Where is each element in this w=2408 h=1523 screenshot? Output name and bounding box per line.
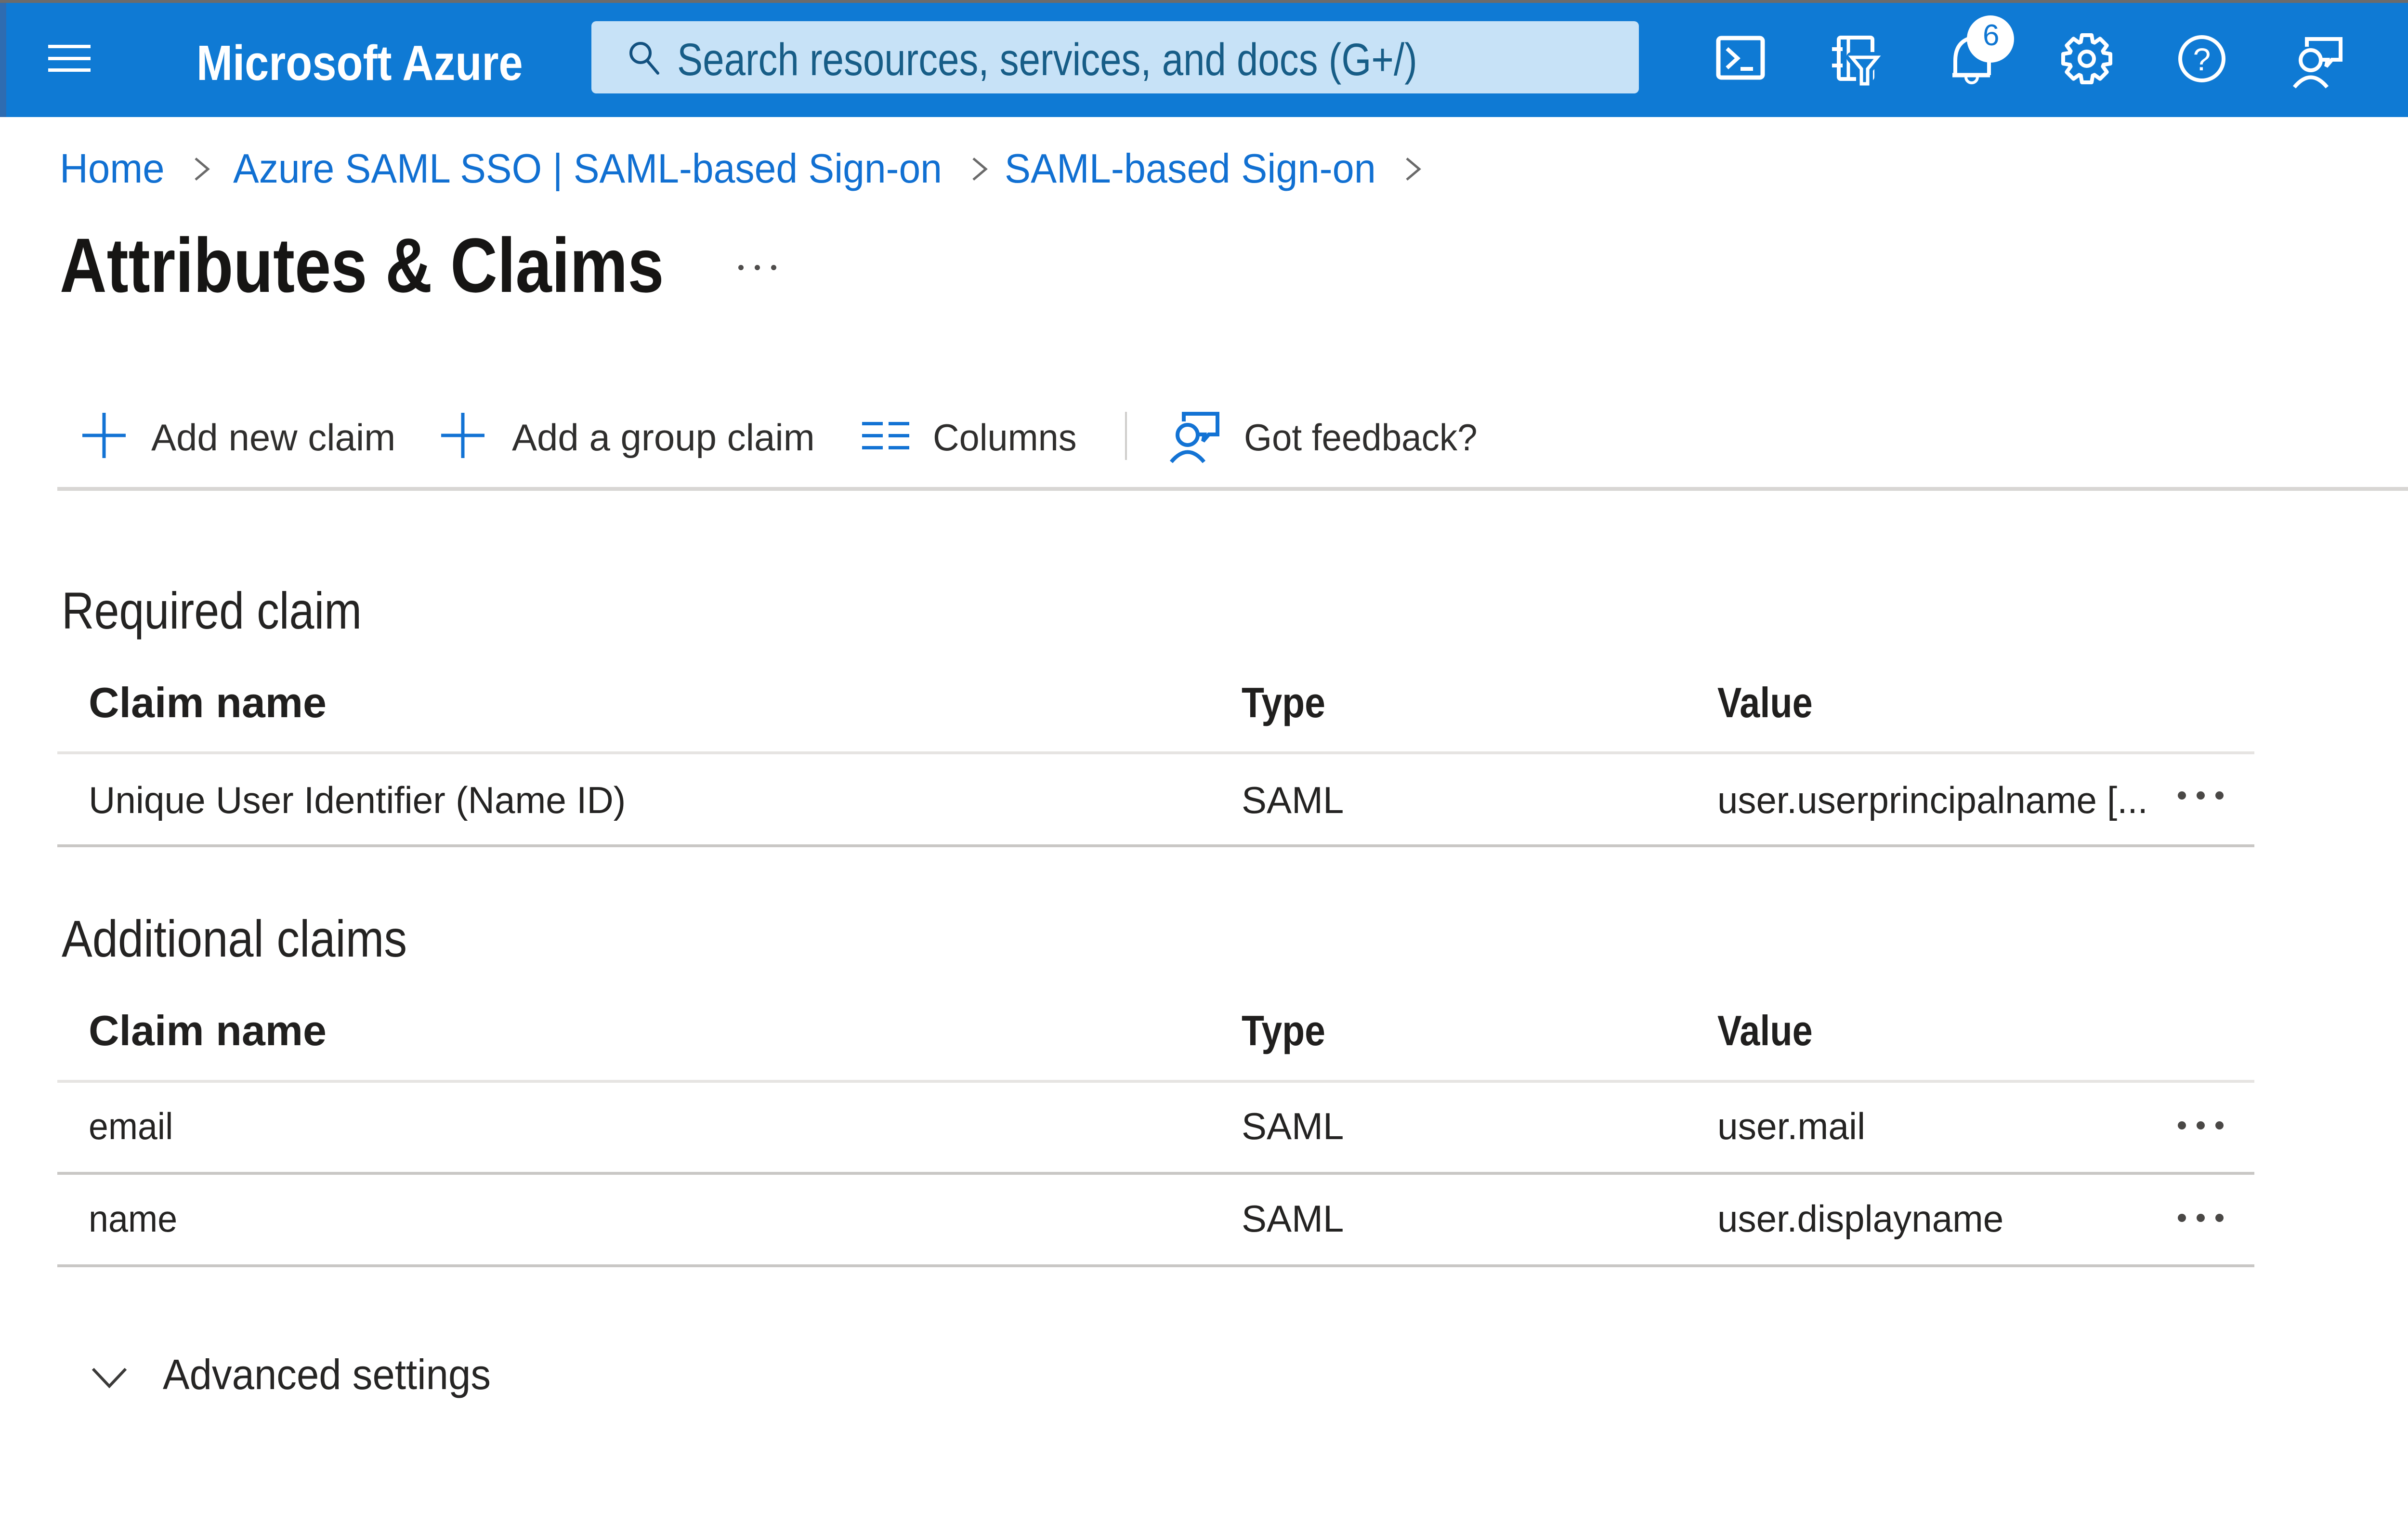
svg-text:?: ? [2193, 41, 2211, 77]
